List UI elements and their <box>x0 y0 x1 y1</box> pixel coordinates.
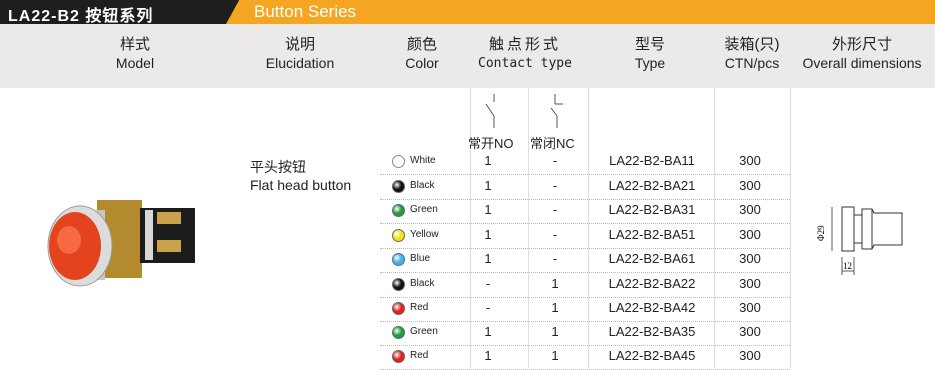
no-count: 1 <box>484 202 492 217</box>
table-row: Black 1 - LA22-B2-BA21 300 <box>380 175 790 200</box>
series-title-zh: LA22-B2 按钮系列 <box>8 8 154 25</box>
color-label: Blue <box>410 253 431 264</box>
table-row: Green 1 1 LA22-B2-BA35 300 <box>380 321 790 346</box>
no-count: - <box>485 276 491 291</box>
color-swatch-icon <box>392 155 405 168</box>
no-count: 1 <box>484 251 492 266</box>
nc-count: - <box>552 227 558 242</box>
color-label: Red <box>410 302 429 313</box>
ctn-count: 300 <box>739 178 761 193</box>
ctn-count: 300 <box>739 300 761 315</box>
title-bar: LA22-B2 按钮系列 Button Series <box>0 0 935 25</box>
table-row: Red 1 1 LA22-B2-BA45 300 <box>380 345 790 370</box>
ctn-count: 300 <box>739 276 761 291</box>
color-swatch-icon <box>392 204 405 217</box>
header-color: 颜色 Color <box>405 36 439 71</box>
type-code: LA22-B2-BA45 <box>608 348 696 363</box>
normally-open-symbol-icon <box>485 94 495 128</box>
header-contact-type: 触点形式 Contact type <box>478 35 572 71</box>
type-code: LA22-B2-BA61 <box>608 251 696 266</box>
nc-count: - <box>552 153 558 168</box>
ctn-count: 300 <box>739 202 761 217</box>
color-label: White <box>410 155 436 166</box>
nc-count: - <box>552 202 558 217</box>
type-code: LA22-B2-BA31 <box>608 202 696 217</box>
no-count: 1 <box>484 324 492 339</box>
color-swatch-icon <box>392 180 405 193</box>
header-ctn: 装箱(只) CTN/pcs <box>724 36 780 71</box>
type-code: LA22-B2-BA11 <box>609 153 695 168</box>
no-count: 1 <box>484 178 492 193</box>
header-overall-dimensions: 外形尺寸 Overall dimensions <box>802 36 922 71</box>
header-elucidation: 说明 Elucidation <box>265 36 335 71</box>
dimension-drawing: Φ29 12 <box>816 206 903 275</box>
table-row: Black - 1 LA22-B2-BA22 300 <box>380 273 790 298</box>
no-count: 1 <box>484 348 492 363</box>
color-swatch-icon <box>392 253 405 266</box>
no-count: 1 <box>484 153 492 168</box>
color-swatch-icon <box>392 326 405 339</box>
normally-closed-symbol-icon <box>550 94 563 128</box>
nc-count: 1 <box>551 276 559 291</box>
table-row: Yellow 1 - LA22-B2-BA51 300 <box>380 224 790 249</box>
table-row: Red - 1 LA22-B2-BA42 300 <box>380 297 790 322</box>
type-code: LA22-B2-BA42 <box>608 300 696 315</box>
diameter-label: Φ29 <box>816 225 826 241</box>
series-title-en: Button Series <box>254 2 357 21</box>
table-row: Green 1 - LA22-B2-BA31 300 <box>380 199 790 224</box>
ctn-count: 300 <box>739 251 761 266</box>
color-swatch-icon <box>392 278 405 291</box>
no-count: - <box>485 300 491 315</box>
table-row: White 1 - LA22-B2-BA11 300 <box>380 150 790 175</box>
ctn-count: 300 <box>739 348 761 363</box>
type-code: LA22-B2-BA21 <box>608 178 696 193</box>
type-code: LA22-B2-BA22 <box>608 276 696 291</box>
nc-count: 1 <box>551 348 559 363</box>
color-label: Green <box>410 326 438 337</box>
color-label: Red <box>410 350 429 361</box>
color-swatch-icon <box>392 229 405 242</box>
ctn-count: 300 <box>739 324 761 339</box>
color-swatch-icon <box>392 350 405 363</box>
color-label: Black <box>410 278 435 289</box>
color-swatch-icon <box>392 302 405 315</box>
table-row: Blue 1 - LA22-B2-BA61 300 <box>380 248 790 273</box>
nc-count: - <box>552 178 558 193</box>
divider <box>790 88 791 368</box>
no-count: 1 <box>484 227 492 242</box>
type-code: LA22-B2-BA35 <box>608 324 696 339</box>
length-label: 12 <box>843 261 852 271</box>
ctn-count: 300 <box>739 227 761 242</box>
color-label: Black <box>410 180 435 191</box>
header-model: 样式 Model <box>115 36 155 71</box>
header-type: 型号 Type <box>634 36 666 71</box>
nc-count: - <box>552 251 558 266</box>
elucidation-text: 平头按钮 Flat head button <box>250 159 352 193</box>
color-label: Green <box>410 204 438 215</box>
push-button-product-image <box>47 200 195 287</box>
ctn-count: 300 <box>739 153 761 168</box>
nc-count: 1 <box>551 324 559 339</box>
color-label: Yellow <box>410 229 439 240</box>
nc-count: 1 <box>551 300 559 315</box>
type-code: LA22-B2-BA51 <box>608 227 696 242</box>
